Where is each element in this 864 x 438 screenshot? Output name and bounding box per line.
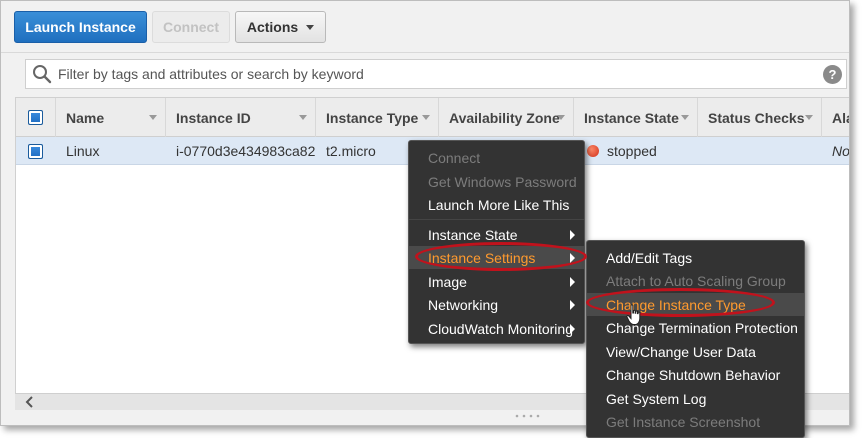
menu-item-label: Get Instance Screenshot	[606, 413, 761, 430]
connect-button: Connect	[152, 11, 230, 43]
sort-icon	[149, 115, 157, 120]
menu-item-label: Change Shutdown Behavior	[606, 366, 781, 383]
cell-instance-id: i-0770d3e434983ca82	[176, 143, 316, 159]
menu-item-label: Connect	[428, 149, 481, 166]
menu-item-label: Networking	[428, 296, 499, 313]
resize-grip-icon[interactable]	[515, 413, 541, 419]
column-header-label: Name	[66, 109, 105, 126]
submenu-item-get-system-log[interactable]: Get System Log	[587, 387, 804, 410]
chevron-right-icon	[570, 277, 575, 287]
menu-item-image[interactable]: Image	[409, 270, 584, 293]
submenu-item-add-edit-tags[interactable]: Add/Edit Tags	[587, 246, 804, 269]
column-header-name[interactable]: Name	[56, 98, 166, 137]
menu-item-get-windows-password: Get Windows Password	[409, 170, 584, 193]
sort-icon	[681, 115, 689, 120]
sort-icon	[805, 115, 813, 120]
instance-settings-submenu: Add/Edit Tags Attach to Auto Scaling Gro…	[586, 240, 805, 438]
menu-item-label: Instance State	[428, 226, 518, 243]
search-icon	[33, 65, 52, 84]
search-input[interactable]	[58, 61, 818, 87]
menu-item-label: View/Change User Data	[606, 343, 756, 360]
column-header-alarm-status[interactable]: Ala	[822, 98, 849, 137]
cell-name: Linux	[66, 143, 100, 159]
menu-item-label: Image	[428, 273, 467, 290]
table-header: Name Instance ID Instance Type Availabil…	[16, 97, 849, 137]
menu-item-launch-more-like-this[interactable]: Launch More Like This	[409, 193, 584, 216]
menu-item-label: Attach to Auto Scaling Group	[606, 272, 786, 289]
column-header-instance-state[interactable]: Instance State	[574, 98, 698, 137]
submenu-item-change-shutdown-behavior[interactable]: Change Shutdown Behavior	[587, 363, 804, 386]
row-checkbox[interactable]	[28, 143, 43, 159]
chevron-right-icon	[570, 300, 575, 310]
menu-divider	[409, 219, 584, 220]
sort-icon	[299, 115, 307, 120]
cell-instance-state: stopped	[587, 137, 697, 165]
instance-state-label: stopped	[607, 143, 657, 159]
toolbar: Launch Instance Connect Actions	[1, 1, 849, 53]
menu-item-networking[interactable]: Networking	[409, 293, 584, 316]
column-header-instance-id[interactable]: Instance ID	[166, 98, 316, 137]
chevron-right-icon	[570, 324, 575, 334]
select-all-cell	[16, 98, 56, 137]
column-header-availability-zone[interactable]: Availability Zone	[439, 98, 574, 137]
menu-item-label: Launch More Like This	[428, 196, 570, 213]
annotation-oval-instance-settings	[415, 242, 587, 271]
menu-item-label: Get Windows Password	[428, 173, 577, 190]
column-header-instance-type[interactable]: Instance Type	[316, 98, 439, 137]
launch-instance-button[interactable]: Launch Instance	[14, 11, 147, 43]
chevron-down-icon	[306, 24, 315, 30]
stopped-status-icon	[587, 145, 599, 157]
actions-dropdown-button[interactable]: Actions	[235, 11, 326, 43]
submenu-item-view-change-user-data[interactable]: View/Change User Data	[587, 340, 804, 363]
chevron-right-icon	[570, 230, 575, 240]
row-select-cell	[16, 137, 56, 165]
hand-cursor-icon	[626, 304, 641, 325]
submenu-item-get-instance-screenshot: Get Instance Screenshot	[587, 410, 804, 433]
column-header-label: Instance Type	[326, 109, 419, 126]
help-icon[interactable]: ?	[823, 65, 842, 84]
menu-item-connect: Connect	[409, 146, 584, 169]
column-header-label: Availability Zone	[449, 109, 560, 126]
column-header-status-checks[interactable]: Status Checks	[698, 98, 822, 137]
filter-bar: ?	[15, 53, 849, 97]
annotation-oval-change-instance-type	[586, 288, 775, 317]
menu-item-label: CloudWatch Monitoring	[428, 320, 573, 337]
chevron-left-icon[interactable]	[25, 396, 35, 408]
menu-item-cloudwatch-monitoring[interactable]: CloudWatch Monitoring	[409, 317, 584, 340]
search-box: ?	[25, 59, 847, 89]
select-all-checkbox[interactable]	[28, 110, 43, 125]
column-header-label: Status Checks	[708, 109, 805, 126]
menu-item-label: Add/Edit Tags	[606, 249, 693, 266]
cell-alarm-status: Nor	[832, 143, 850, 159]
sort-icon	[557, 115, 565, 120]
sort-icon	[422, 115, 430, 120]
column-header-label: Ala	[832, 109, 849, 126]
menu-item-label: Get System Log	[606, 390, 707, 407]
column-header-label: Instance State	[584, 109, 679, 126]
submenu-item-change-termination-protection[interactable]: Change Termination Protection	[587, 316, 804, 339]
actions-label: Actions	[246, 19, 299, 35]
column-header-label: Instance ID	[176, 109, 251, 126]
